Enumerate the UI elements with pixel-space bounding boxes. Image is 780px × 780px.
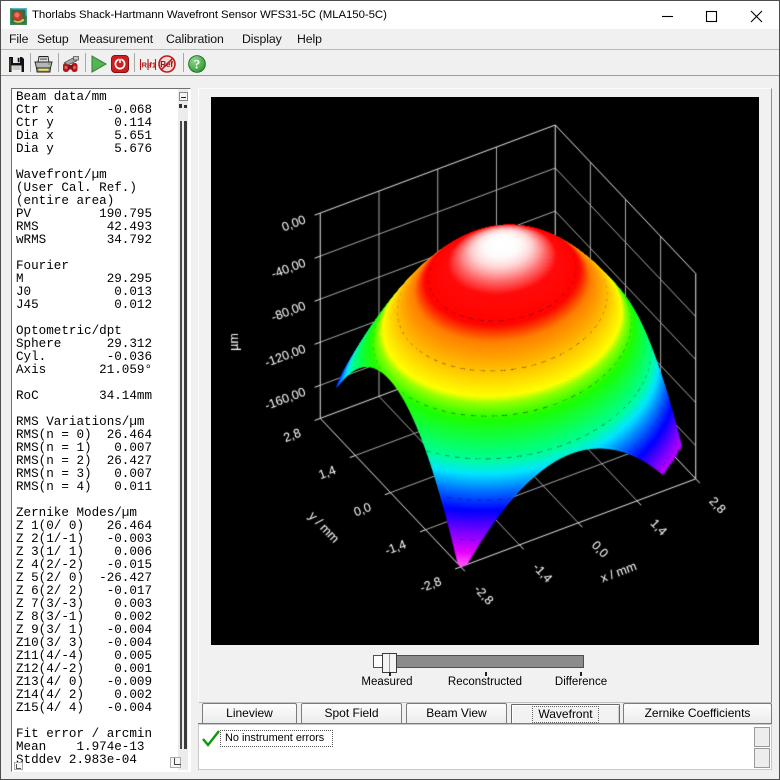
- svg-text:f1: f1: [149, 61, 156, 70]
- svg-text:?: ?: [194, 57, 201, 72]
